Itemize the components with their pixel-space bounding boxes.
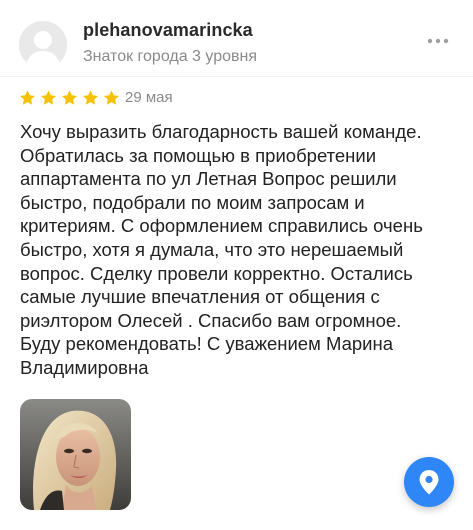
star-icon bbox=[61, 90, 78, 105]
review-date: 29 мая bbox=[125, 89, 173, 106]
header-divider bbox=[0, 76, 473, 77]
map-pin-icon bbox=[419, 470, 439, 495]
star-rating bbox=[18, 88, 121, 108]
star-icon bbox=[82, 90, 99, 105]
more-options-button[interactable] bbox=[420, 30, 456, 52]
star-icon bbox=[19, 90, 36, 105]
user-avatar[interactable] bbox=[19, 21, 67, 69]
user-avatar-placeholder-icon bbox=[19, 21, 67, 69]
user-level: Знаток города 3 уровня bbox=[83, 48, 258, 65]
star-icon bbox=[103, 90, 120, 105]
star-icon bbox=[40, 90, 57, 105]
more-horizontal-icon bbox=[427, 38, 449, 44]
review-text: Хочу выразить благодарность вашей команд… bbox=[20, 121, 423, 378]
review-card: plehanovamarincka Знаток города 3 уровня… bbox=[0, 0, 473, 530]
map-location-button[interactable] bbox=[404, 457, 454, 507]
review-photo-image bbox=[20, 399, 131, 510]
review-photo[interactable] bbox=[20, 399, 131, 510]
user-name[interactable]: plehanovamarincka bbox=[83, 20, 253, 41]
